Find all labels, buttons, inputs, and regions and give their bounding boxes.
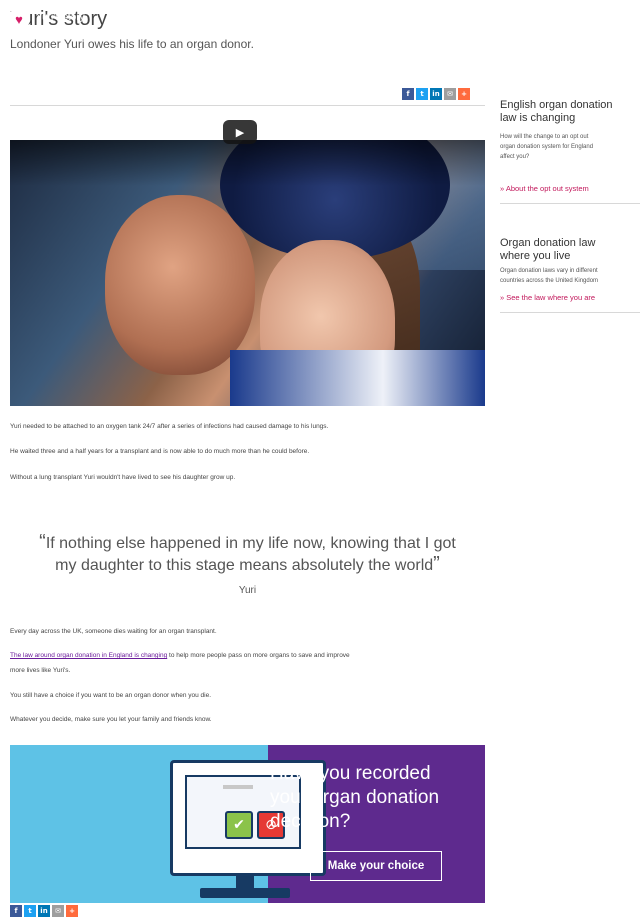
sidebar-divider-1: [500, 203, 640, 204]
body-paragraph-7: Whatever you decide, make sure you let y…: [10, 716, 212, 723]
quote-author: Yuri: [238, 585, 257, 596]
close-quote-icon: ”: [433, 553, 440, 575]
quote-line-2: my daughter to this stage means absolute…: [55, 557, 434, 574]
banner-headline: Have you recorded your organ donation de…: [270, 762, 480, 834]
sidebar-card-1-title-line-2: law is changing: [500, 112, 576, 124]
header-divider: [10, 105, 485, 106]
open-quote-icon: “: [39, 531, 46, 553]
body-paragraph-1: Yuri needed to be attached to an oxygen …: [10, 423, 329, 430]
sidebar-card-2-title[interactable]: Organ donation law where you live: [500, 237, 595, 263]
body-paragraph-4: Every day across the UK, someone dies wa…: [10, 628, 217, 635]
sidebar-card-1-text-line-3: affect you?: [500, 154, 530, 160]
opt-out-system-link[interactable]: » About the opt out system: [500, 184, 589, 193]
body-paragraph-5-line-2: more lives like Yuri's.: [10, 667, 71, 674]
law-changing-link[interactable]: The law around organ donation in England…: [10, 652, 167, 659]
sidebar-card-2-title-line-2: where you live: [500, 250, 571, 262]
body-paragraph-5: The law around organ donation in England…: [10, 652, 350, 659]
sidebar-card-2-text-line-2: countries across the United Kingdom: [500, 278, 599, 284]
play-icon[interactable]: ▶: [223, 120, 257, 144]
more-share-icon[interactable]: +: [66, 905, 78, 917]
linkedin-share-icon[interactable]: in: [38, 905, 50, 917]
clock-icon: ◷: [403, 6, 414, 20]
sidebar-card-1-text-line-1: How will the change to an opt out: [500, 134, 589, 140]
sidebar-divider-2: [500, 312, 640, 313]
check-icon: ✔: [225, 811, 253, 839]
banner-headline-line-1: Have you recorded: [270, 763, 431, 784]
monitor-stand-illustration: [236, 873, 254, 889]
twitter-share-icon[interactable]: t: [416, 88, 428, 100]
sidebar-card-2-text-line-1: Organ donation laws vary in different: [500, 268, 598, 274]
page-subtitle: Londoner Yuri owes his life to an organ …: [10, 37, 254, 51]
watch-later-button[interactable]: ◷ Watch later: [392, 6, 425, 28]
video-thumbnail-man: [105, 195, 255, 375]
facebook-share-icon[interactable]: f: [402, 88, 414, 100]
video-top-gradient: [10, 140, 485, 186]
make-your-choice-button[interactable]: Make your choice: [310, 851, 442, 881]
sidebar-card-2-text: Organ donation laws vary in different co…: [500, 266, 598, 286]
window-bar-illustration: [223, 785, 253, 789]
video-share-label: Share: [440, 21, 458, 28]
monitor-base-illustration: [200, 888, 290, 898]
share-arrow-icon: ➦: [443, 6, 454, 20]
email-share-icon[interactable]: ✉: [444, 88, 456, 100]
banner-headline-line-3: decision?: [270, 811, 351, 832]
body-paragraph-6: You still have a choice if you want to b…: [10, 692, 212, 699]
facebook-share-icon[interactable]: f: [10, 905, 22, 917]
linkedin-share-icon[interactable]: in: [430, 88, 442, 100]
quote-line-1: If nothing else happened in my life now,…: [45, 535, 456, 552]
share-bar-top: f t in ✉ +: [402, 88, 470, 100]
twitter-share-icon[interactable]: t: [24, 905, 36, 917]
body-paragraph-2: He waited three and a half years for a t…: [10, 448, 310, 455]
email-share-icon[interactable]: ✉: [52, 905, 64, 917]
law-where-you-are-link[interactable]: » See the law where you are: [500, 293, 595, 302]
body-paragraph-3: Without a lung transplant Yuri wouldn't …: [10, 474, 236, 481]
share-bar-bottom: f t in ✉ +: [10, 905, 78, 917]
video-player[interactable]: [10, 140, 485, 406]
sidebar-card-1-title-line-1: English organ donation: [500, 99, 613, 111]
banner-headline-line-2: your organ donation: [270, 787, 440, 808]
sidebar-card-2-title-line-1: Organ donation law: [500, 237, 596, 249]
watch-later-label: Watch later: [392, 21, 425, 28]
pull-quote: “If nothing else happened in my life now…: [10, 532, 485, 576]
sidebar-card-1-title[interactable]: English organ donation law is changing: [500, 99, 613, 125]
video-title[interactable]: Yuri's story: [36, 12, 85, 23]
more-share-icon[interactable]: +: [458, 88, 470, 100]
body-paragraph-5-rest: to help more people pass on more organs …: [167, 652, 350, 659]
video-thumbnail-shirt: [230, 350, 485, 406]
sidebar-card-1-text-line-2: organ donation system for England: [500, 144, 594, 150]
sidebar-card-1-text: How will the change to an opt out organ …: [500, 132, 593, 162]
heart-logo-icon[interactable]: ♥: [8, 8, 30, 30]
video-share-button[interactable]: ➦ Share: [440, 6, 457, 28]
